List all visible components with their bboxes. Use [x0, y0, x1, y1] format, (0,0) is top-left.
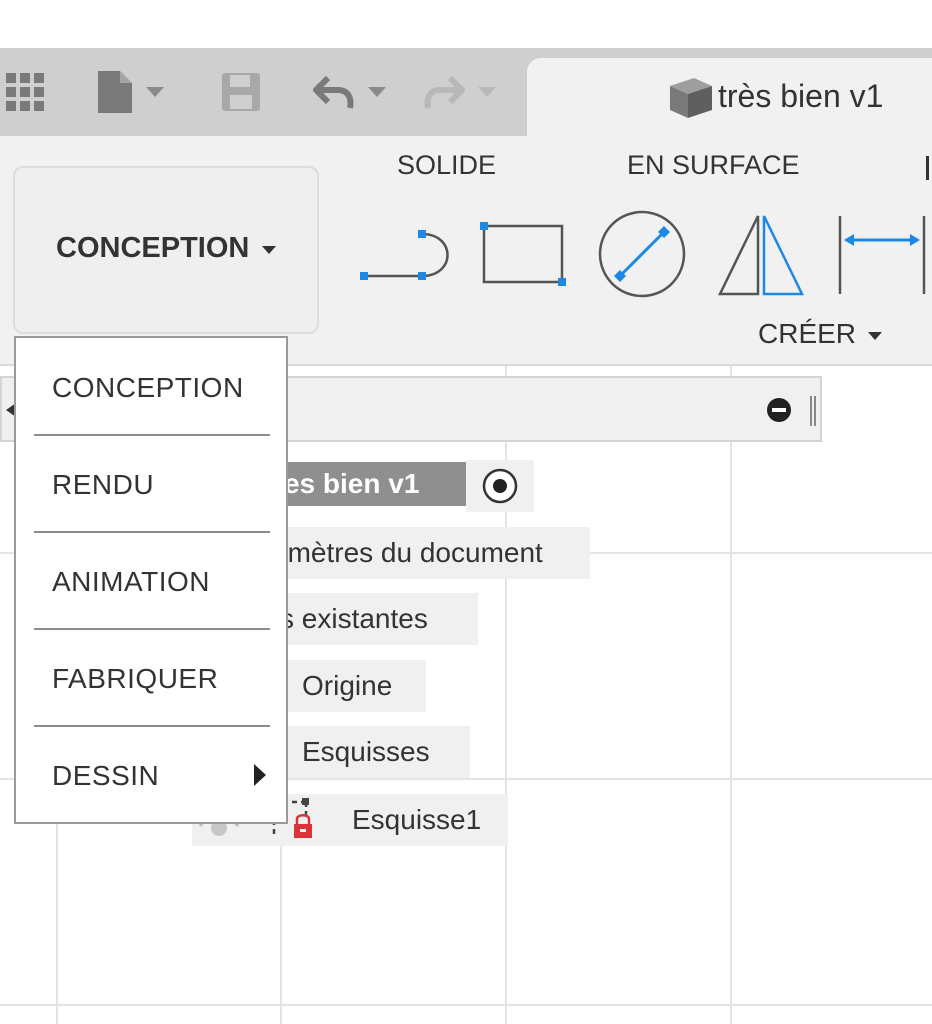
submenu-arrow-icon — [254, 764, 266, 786]
save-icon — [222, 73, 260, 111]
menu-item-label: CONCEPTION — [52, 372, 244, 403]
chevron-down-icon — [262, 246, 276, 254]
browser-item-label: amètres du document — [272, 537, 543, 568]
apps-grid-icon[interactable] — [4, 68, 46, 116]
menu-item-animation[interactable]: ANIMATION — [16, 532, 286, 629]
mirror-sketch-icon[interactable] — [716, 212, 808, 298]
create-label: CRÉER — [758, 318, 857, 349]
panel-resize-handle[interactable] — [810, 396, 816, 426]
list-item[interactable]: Origine — [270, 660, 426, 712]
menu-item-label: DESSIN — [52, 760, 160, 791]
rectangle-sketch-icon[interactable] — [478, 220, 570, 290]
workspace-dropdown-menu: CONCEPTION RENDU ANIMATION FABRIQUER DES… — [14, 336, 288, 824]
line-arc-sketch-icon[interactable] — [356, 222, 456, 288]
redo-icon — [424, 75, 465, 109]
tab-overflow-mark — [926, 156, 929, 180]
workspace-label: CONCEPTION — [56, 232, 250, 264]
dimension-sketch-icon[interactable] — [834, 214, 932, 296]
radio-active-icon — [482, 468, 518, 504]
file-icon — [98, 71, 132, 113]
document-title: très bien v1 — [718, 78, 884, 114]
chevron-down-icon — [368, 87, 386, 97]
undo-icon — [313, 75, 354, 109]
browser-root-label: es bien v1 — [284, 468, 420, 499]
file-menu-button[interactable] — [96, 68, 164, 116]
menu-item-conception[interactable]: CONCEPTION — [16, 338, 286, 435]
minimize-icon[interactable] — [765, 396, 793, 424]
menu-item-dessin[interactable]: DESSIN — [16, 726, 286, 823]
save-button[interactable] — [220, 68, 262, 116]
menu-item-fabriquer[interactable]: FABRIQUER — [16, 629, 286, 726]
menu-item-label: RENDU — [52, 469, 155, 500]
redo-button[interactable] — [422, 68, 496, 116]
chevron-down-icon — [867, 331, 882, 340]
browser-item-label: Origine — [302, 670, 393, 701]
browser-item-label: Esquisses — [302, 736, 430, 767]
grid-line — [0, 1004, 932, 1006]
grid-line — [730, 364, 732, 1024]
create-menu-button[interactable]: CRÉER — [758, 318, 882, 350]
chevron-down-icon — [146, 87, 164, 97]
undo-button[interactable] — [312, 68, 386, 116]
menu-item-label: FABRIQUER — [52, 663, 219, 694]
list-item[interactable]: Esquisses — [270, 726, 470, 778]
activate-root-button[interactable] — [466, 460, 534, 512]
circle-sketch-icon[interactable] — [596, 208, 688, 300]
menu-item-rendu[interactable]: RENDU — [16, 435, 286, 532]
tab-solid[interactable]: SOLIDE — [397, 150, 496, 181]
browser-root-node[interactable]: es bien v1 — [270, 462, 466, 506]
tab-surface[interactable]: EN SURFACE — [627, 150, 800, 181]
list-item[interactable]: amètres du document — [270, 527, 590, 579]
component-cube-icon — [670, 78, 712, 118]
browser-item-label: s existantes — [280, 603, 428, 634]
menu-item-label: ANIMATION — [52, 566, 210, 597]
list-item[interactable]: s existantes — [270, 593, 478, 645]
chevron-down-icon — [478, 87, 496, 97]
